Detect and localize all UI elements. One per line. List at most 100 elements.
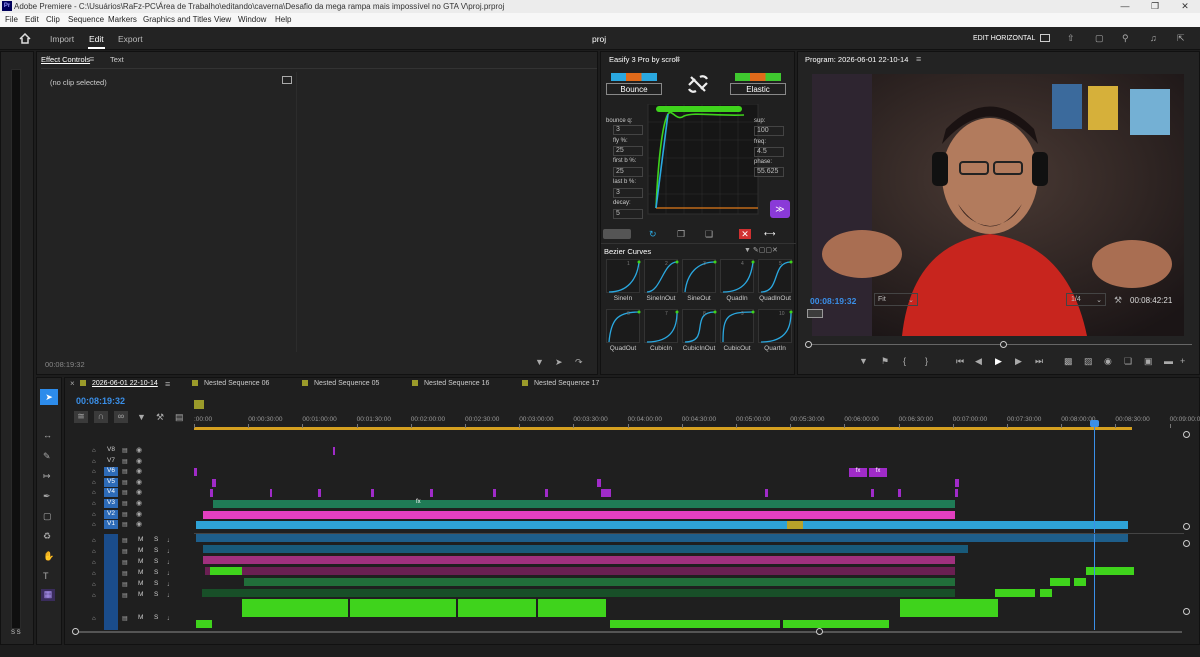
sequence-tab-nested-05[interactable]: Nested Sequence 05 xyxy=(302,380,379,387)
video-track-v7[interactable]: V7 xyxy=(104,457,118,466)
mute-button[interactable]: M xyxy=(138,558,143,565)
bezier-thumb-sinein[interactable]: 1 xyxy=(606,259,641,293)
tab-text[interactable]: Text xyxy=(110,55,124,64)
resolution-dropdown[interactable]: 1/4 ⌄ xyxy=(1066,293,1106,306)
slip-tool-icon[interactable]: ♻ xyxy=(43,531,51,541)
sync-lock-icon[interactable]: ▤ xyxy=(122,478,128,488)
clip-a2-track[interactable] xyxy=(203,545,968,553)
filter-icon[interactable]: ▼ xyxy=(535,357,544,367)
lock-icon[interactable]: ⌂ xyxy=(92,536,96,546)
bezier-thumb-quartin[interactable]: 10 xyxy=(758,309,793,343)
menu-clip[interactable]: Clip xyxy=(46,15,60,24)
minimize-icon[interactable]: — xyxy=(1110,0,1140,13)
sequence-tab-nested-16[interactable]: Nested Sequence 16 xyxy=(412,380,489,387)
rectangle-tool-icon[interactable]: ▢ xyxy=(43,511,52,521)
search-icon[interactable]: ⚲ xyxy=(1122,33,1129,43)
mark-out-icon[interactable]: { xyxy=(903,356,906,366)
refresh-icon[interactable]: ↻ xyxy=(649,229,657,239)
share-icon[interactable]: ⇧ xyxy=(1067,33,1075,43)
clip-v4[interactable] xyxy=(955,489,958,497)
curves-dropdown-icon[interactable]: ▼ ✎▢▢✕ xyxy=(744,246,778,256)
sync-lock-icon[interactable]: ▤ xyxy=(122,547,128,557)
camera-icon[interactable]: ◉ xyxy=(1104,356,1112,366)
sync-lock-icon[interactable]: ▤ xyxy=(122,510,128,520)
clip-v4[interactable] xyxy=(871,489,874,497)
v-scroll-bottom-handle[interactable] xyxy=(1183,523,1190,530)
linked-selection-icon[interactable]: ∞ xyxy=(114,411,128,423)
clip-v8[interactable] xyxy=(333,447,335,455)
sync-lock-icon[interactable]: ▤ xyxy=(122,558,128,568)
tab-import[interactable]: Import xyxy=(50,34,74,44)
mute-button[interactable]: M xyxy=(138,614,143,621)
tab-effect-controls[interactable]: Effect Controls xyxy=(41,55,90,64)
eye-icon[interactable]: ◉ xyxy=(136,499,142,509)
fullscreen-icon[interactable]: ▢ xyxy=(1095,33,1104,43)
add-marker-icon[interactable]: ▼ xyxy=(859,356,868,366)
first-b-input[interactable]: 25 xyxy=(613,167,643,177)
timeline-menu-icon[interactable]: ≡ xyxy=(165,379,170,389)
clip-v4[interactable] xyxy=(601,489,611,497)
sync-lock-icon[interactable]: ▤ xyxy=(122,569,128,579)
playhead[interactable] xyxy=(1094,422,1095,630)
elastic-preset-swatch[interactable] xyxy=(735,73,781,81)
menu-view[interactable]: View xyxy=(214,15,231,24)
ripple-edit-icon[interactable]: ✎ xyxy=(43,451,51,461)
safe-margins-icon[interactable]: ▣ xyxy=(1144,356,1153,366)
mute-button[interactable]: M xyxy=(138,547,143,554)
vr-icon[interactable]: ▬ xyxy=(1164,356,1173,366)
playhead-handle[interactable] xyxy=(1090,420,1099,427)
clip-v6-fx-1[interactable]: fx xyxy=(849,468,867,477)
clip-v4[interactable] xyxy=(270,489,272,497)
play-audio-icon[interactable]: ➤ xyxy=(555,357,563,367)
sequence-tab-main[interactable]: 2026-06-01 22-10-14 xyxy=(80,380,158,387)
work-area-marker[interactable] xyxy=(194,400,204,409)
sync-lock-icon[interactable]: ▤ xyxy=(122,467,128,477)
video-track-v4[interactable]: V4 xyxy=(104,488,118,498)
bounce-preset-button[interactable]: Bounce xyxy=(606,83,662,95)
sync-lock-icon[interactable]: ▤ xyxy=(122,580,128,590)
menu-sequence[interactable]: Sequence xyxy=(68,15,104,24)
workspace-panel-icon[interactable] xyxy=(1040,34,1050,42)
clip-v4[interactable] xyxy=(765,489,768,497)
scroll-start-handle[interactable] xyxy=(72,628,79,635)
microphone-icon[interactable]: ♩ xyxy=(167,547,174,557)
step-back-icon[interactable]: ⏮ xyxy=(956,356,964,366)
video-track-v3[interactable]: V3 xyxy=(104,499,118,508)
sync-lock-icon[interactable]: ▤ xyxy=(122,614,128,624)
easify-menu-icon[interactable]: ≡ xyxy=(675,54,680,64)
bounce-q-input[interactable]: 3 xyxy=(613,125,643,135)
clip-v3-fx[interactable]: fx xyxy=(416,499,426,508)
solo-button[interactable]: S xyxy=(154,580,158,587)
compare-icon[interactable]: ❏ xyxy=(1124,356,1132,366)
clip-a5-green-2[interactable] xyxy=(1074,578,1086,586)
solo-button[interactable]: S xyxy=(154,591,158,598)
clip-a4-track[interactable] xyxy=(205,567,955,575)
fly-input[interactable]: 25 xyxy=(613,146,643,156)
solo-button[interactable]: S xyxy=(154,569,158,576)
sequence-tab-nested-06[interactable]: Nested Sequence 06 xyxy=(192,380,269,387)
microphone-icon[interactable]: ♩ xyxy=(167,591,174,601)
clip-a3-track[interactable] xyxy=(203,556,955,564)
lock-icon[interactable]: ⌂ xyxy=(92,591,96,601)
panel-toggle-icon[interactable] xyxy=(282,76,292,84)
pen-tool-icon[interactable]: ✒ xyxy=(43,491,51,501)
fit-dropdown[interactable]: Fit ⌄ xyxy=(874,293,918,306)
clip-a7-lower[interactable] xyxy=(610,620,780,628)
microphone-icon[interactable]: ♩ xyxy=(167,536,174,546)
bounce-preset-swatch[interactable] xyxy=(611,73,657,81)
sequence-tab-nested-17[interactable]: Nested Sequence 17 xyxy=(522,380,599,387)
sync-lock-icon[interactable]: ▤ xyxy=(122,457,128,467)
scrub-start-handle[interactable] xyxy=(805,341,812,348)
clip-v4[interactable] xyxy=(493,489,496,497)
bezier-thumb-cubicout[interactable]: 9 xyxy=(720,309,755,343)
track-select-icon[interactable]: ↔ xyxy=(43,430,52,440)
add-button-icon[interactable]: + xyxy=(1180,356,1185,366)
eye-icon[interactable]: ◉ xyxy=(136,446,142,456)
clip-v5[interactable] xyxy=(597,479,601,487)
menu-file[interactable]: File xyxy=(5,15,18,24)
home-icon[interactable] xyxy=(19,33,31,44)
last-b-input[interactable]: 3 xyxy=(613,188,643,198)
lock-icon[interactable]: ⌂ xyxy=(92,510,96,520)
a-scroll-top-handle[interactable] xyxy=(1183,540,1190,547)
clip-a6-green-1[interactable] xyxy=(995,589,1035,597)
